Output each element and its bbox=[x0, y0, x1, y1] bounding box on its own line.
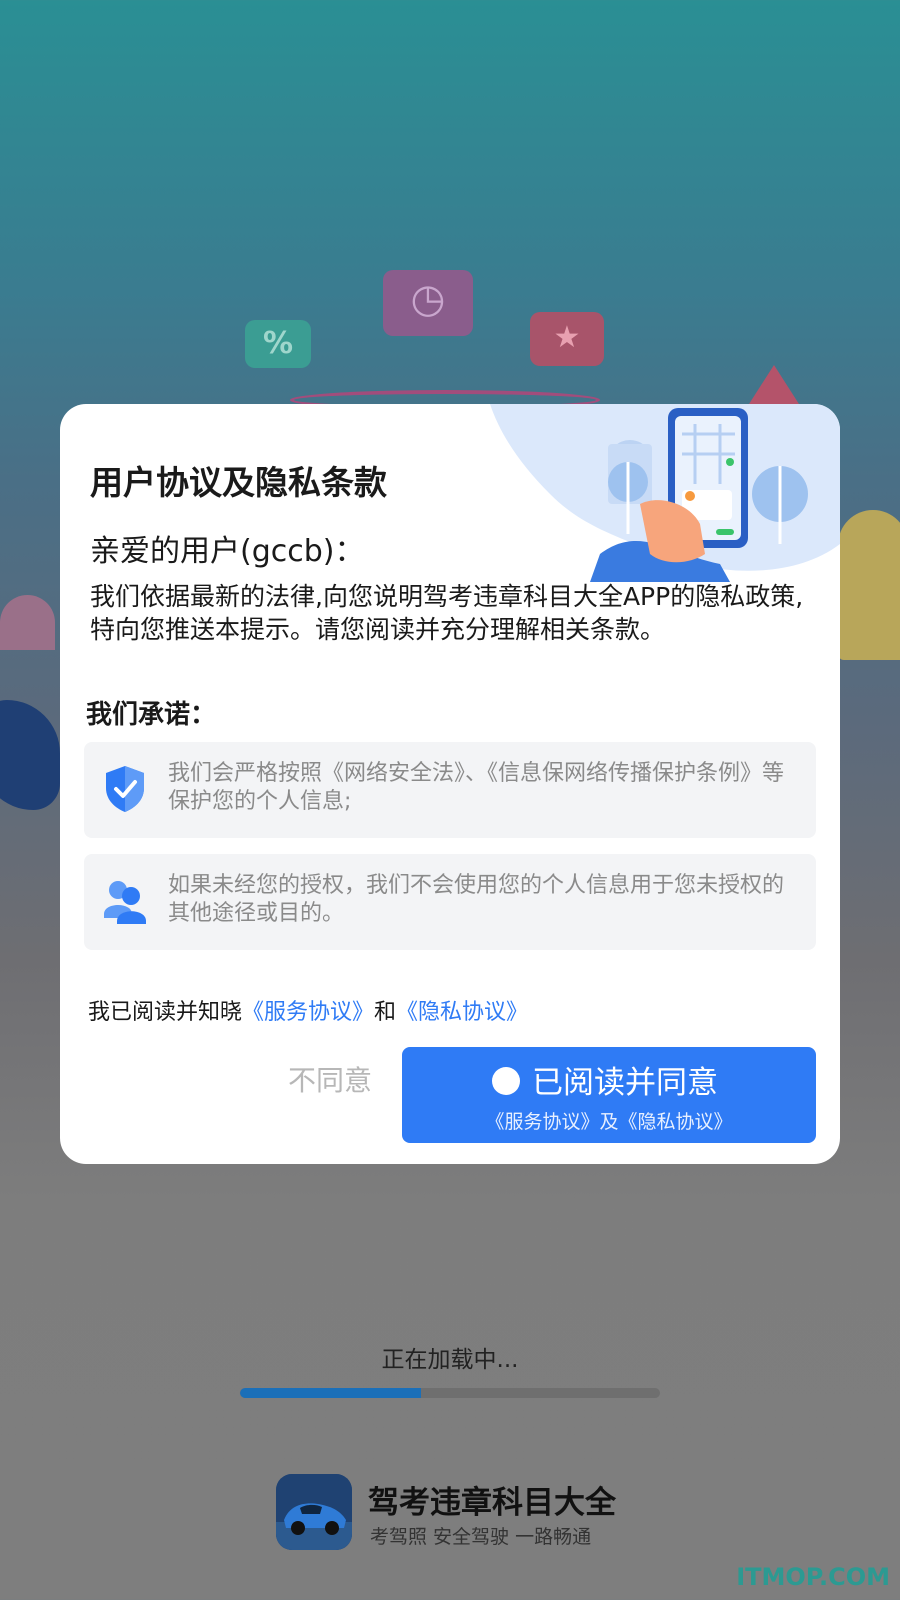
agree-button-sublabel: 《服务协议》及《隐私协议》 bbox=[485, 1111, 733, 1133]
app-logo bbox=[276, 1474, 352, 1550]
phone-illustration bbox=[490, 404, 840, 582]
agree-button[interactable]: 已阅读并同意 《服务协议》及《隐私协议》 bbox=[402, 1047, 816, 1143]
dialog-title: 用户协议及隐私条款 bbox=[90, 463, 387, 502]
tree-decoration bbox=[838, 510, 900, 660]
agreement-notice-prefix: 我已阅读并知晓 bbox=[88, 1000, 243, 1025]
clock-check-icon: ◷ bbox=[383, 270, 473, 336]
disagree-button[interactable]: 不同意 bbox=[240, 1046, 420, 1116]
car-icon bbox=[276, 1474, 352, 1550]
percent-badge-icon: % bbox=[245, 320, 311, 368]
agreement-dialog: 用户协议及隐私条款 亲爱的用户(gccb)： 我们依据最新的法律,向您说明驾考违… bbox=[60, 404, 840, 1164]
promise-card: 如果未经您的授权，我们不会使用您的个人信息用于您未授权的其他途径或目的。 bbox=[84, 854, 816, 950]
promise-text: 如果未经您的授权，我们不会使用您的个人信息用于您未授权的其他途径或目的。 bbox=[168, 873, 785, 926]
app-name: 驾考违章科目大全 bbox=[368, 1485, 616, 1521]
watermark: ITMOP.COM bbox=[736, 1563, 890, 1591]
policy-intro-text: 我们依据最新的法律,向您说明驾考违章科目大全APP的隐私政策,特向您推送本提示。… bbox=[90, 582, 804, 644]
promise-title: 我们承诺： bbox=[86, 700, 217, 730]
promise-card: 我们会严格按照《网络安全法》、《信息保网络传播保护条例》等保护您的个人信息; bbox=[84, 742, 816, 838]
shield-check-icon bbox=[106, 766, 144, 812]
loading-text: 正在加载中... bbox=[381, 1347, 519, 1373]
star-badge-icon: ★ bbox=[530, 312, 604, 366]
app-slogan: 考驾照 安全驾驶 一路畅通 bbox=[370, 1526, 592, 1548]
agree-button-label: 已阅读并同意 bbox=[532, 1065, 718, 1101]
greeting-text: 亲爱的用户(gccb)： bbox=[90, 534, 365, 569]
agreement-notice: 我已阅读并知晓《服务协议》和《隐私协议》 bbox=[88, 994, 528, 1026]
loading-progress-fill bbox=[240, 1388, 421, 1398]
privacy-agreement-link[interactable]: 《隐私协议》 bbox=[396, 1000, 528, 1025]
service-agreement-link[interactable]: 《服务协议》 bbox=[242, 1000, 374, 1025]
agreement-notice-and: 和 bbox=[374, 1000, 397, 1025]
loading-progress-bar bbox=[240, 1388, 660, 1398]
promise-text: 我们会严格按照《网络安全法》、《信息保网络传播保护条例》等保护您的个人信息; bbox=[168, 761, 785, 814]
leaf-decoration bbox=[0, 700, 60, 810]
background-decoration bbox=[0, 595, 55, 650]
radio-dot-icon bbox=[492, 1067, 520, 1095]
users-icon bbox=[104, 881, 146, 924]
